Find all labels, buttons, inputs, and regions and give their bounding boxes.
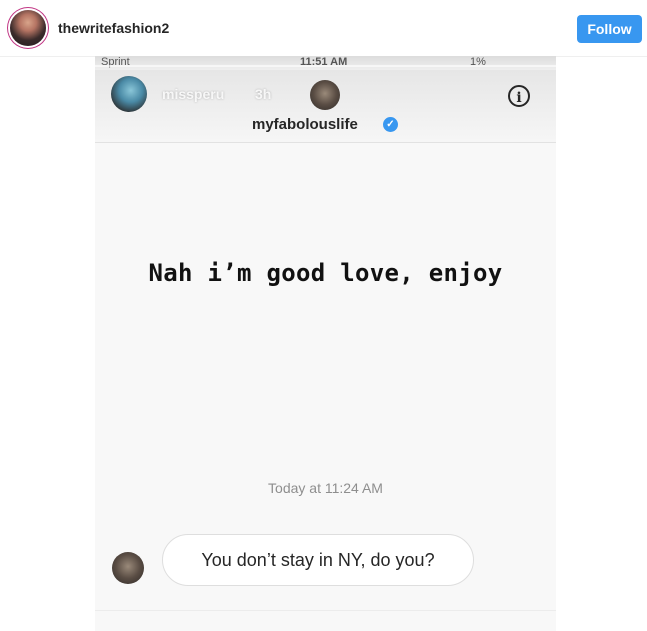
post-header: thewritefashion2 Follow (0, 0, 647, 57)
story-age: 3h (255, 86, 272, 102)
message-timestamp: Today at 11:24 AM (268, 480, 383, 496)
story-overlay-text: Nah i’m good love, enjoy (148, 259, 503, 287)
follow-button[interactable]: Follow (577, 15, 642, 43)
story-username: missperu (162, 86, 225, 102)
info-icon[interactable]: i (508, 85, 530, 107)
message-avatar (112, 552, 144, 584)
conversation-name: myfabolouslife (252, 116, 358, 133)
story-progress-bar (95, 65, 556, 67)
verified-badge-icon: ✓ (383, 117, 398, 132)
story-top-bar: missperu 3h myfabolouslife ✓ i (95, 70, 556, 143)
username-link[interactable]: thewritefashion2 (58, 20, 169, 36)
message-bubble: You don’t stay in NY, do you? (162, 534, 474, 586)
conversation-avatar (310, 80, 340, 110)
story-avatar (111, 76, 147, 112)
story-image: Sprint 11:51 AM 1% missperu 3h myfabolou… (95, 56, 556, 631)
divider (95, 610, 556, 611)
avatar[interactable] (10, 10, 46, 46)
status-bar: Sprint 11:51 AM 1% (95, 56, 556, 70)
